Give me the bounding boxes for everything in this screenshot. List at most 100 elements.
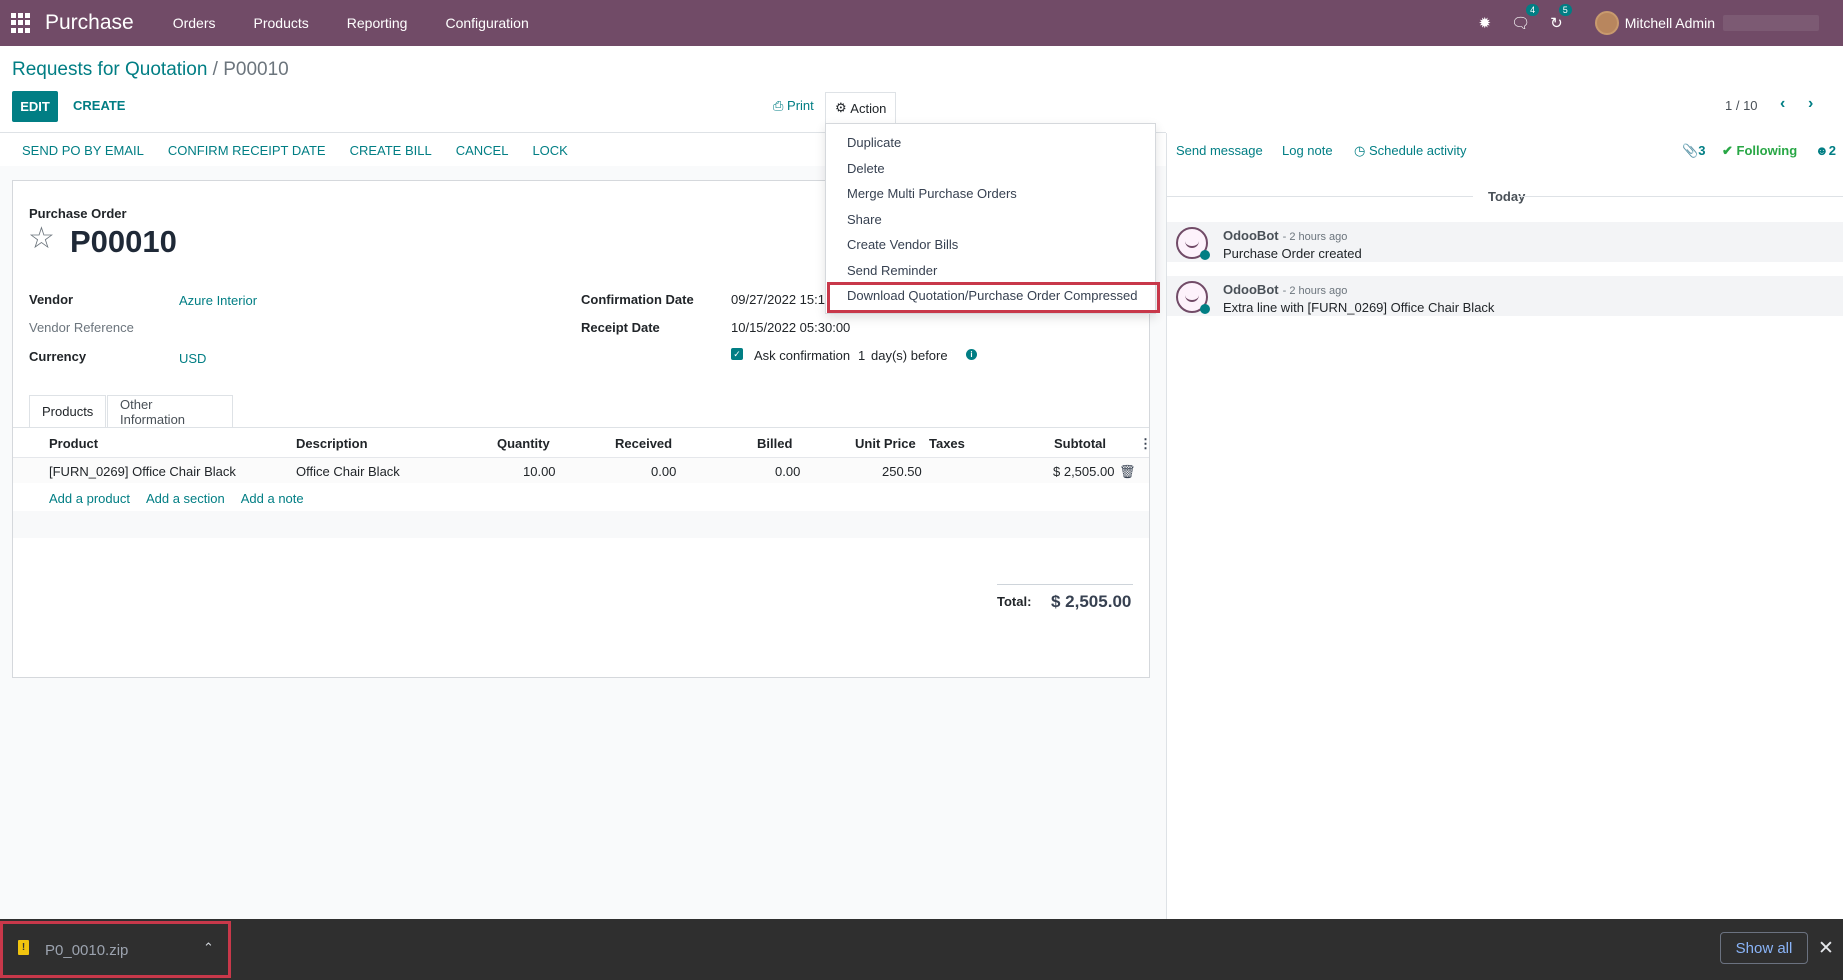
cell-description[interactable]: Office Chair Black: [296, 464, 400, 479]
action-button[interactable]: ⚙ Action: [825, 92, 897, 123]
message-time: - 2 hours ago: [1282, 231, 1348, 243]
close-icon[interactable]: ✕: [1818, 937, 1834, 960]
menu-item-merge[interactable]: Merge Multi Purchase Orders: [847, 186, 1017, 201]
user-name[interactable]: Mitchell Admin: [1625, 15, 1715, 31]
cell-unit-price[interactable]: 250.50: [882, 464, 922, 479]
cell-subtotal[interactable]: $ 2,505.00: [1053, 464, 1114, 479]
schedule-activity-button[interactable]: ◷ Schedule activity: [1354, 143, 1467, 159]
trash-icon[interactable]: 🗑: [1119, 464, 1136, 480]
chevron-right-icon[interactable]: ›: [1808, 95, 1813, 113]
info-icon[interactable]: i: [966, 349, 977, 360]
message-time: - 2 hours ago: [1282, 285, 1348, 297]
currency-label: Currency: [29, 349, 87, 364]
confirm-receipt-date-button[interactable]: CONFIRM RECEIPT DATE: [168, 143, 326, 158]
receipt-date-label: Receipt Date: [581, 320, 660, 335]
column-subtotal[interactable]: Subtotal: [1054, 436, 1106, 451]
menu-item-delete[interactable]: Delete: [847, 161, 885, 176]
column-received[interactable]: Received: [615, 436, 672, 451]
vendor-label: Vendor: [29, 292, 74, 307]
add-note-link[interactable]: Add a note: [241, 491, 304, 506]
column-taxes[interactable]: Taxes: [929, 436, 965, 451]
message-body: Purchase Order created: [1223, 246, 1362, 261]
vendor-reference-label: Vendor Reference: [29, 320, 134, 335]
nav-reporting[interactable]: Reporting: [347, 15, 408, 31]
column-quantity[interactable]: Quantity: [497, 436, 550, 451]
lock-button[interactable]: LOCK: [532, 143, 567, 158]
cell-billed[interactable]: 0.00: [775, 464, 800, 479]
activities-icon[interactable]: ↻ 5: [1550, 4, 1572, 32]
menu-item-send-reminder[interactable]: Send Reminder: [847, 263, 937, 278]
ask-days-field[interactable]: 1: [858, 348, 865, 363]
send-message-button[interactable]: Send message: [1176, 143, 1263, 158]
nav-configuration[interactable]: Configuration: [445, 15, 528, 31]
odoobot-avatar[interactable]: [1176, 227, 1210, 260]
column-product[interactable]: Product: [49, 436, 98, 451]
create-bill-button[interactable]: CREATE BILL: [350, 143, 432, 158]
download-file-name[interactable]: P0_0010.zip: [45, 942, 128, 959]
statusbar: SEND PO BY EMAIL CONFIRM RECEIPT DATE CR…: [22, 143, 592, 158]
confirmation-date-field[interactable]: 09/27/2022 15:1: [731, 292, 825, 307]
currency-field[interactable]: USD: [179, 351, 206, 366]
menu-item-share[interactable]: Share: [847, 212, 882, 227]
add-product-link[interactable]: Add a product: [49, 491, 130, 506]
po-name: P00010: [70, 224, 177, 259]
messages-badge: 4: [1526, 4, 1540, 16]
attachments-button[interactable]: 📎3: [1682, 143, 1705, 159]
total-label: Total:: [997, 594, 1032, 609]
tab-products[interactable]: Products: [29, 395, 106, 428]
messages-icon[interactable]: 🗨 4: [1511, 4, 1540, 32]
action-label: Action: [850, 100, 887, 116]
attachments-count: 3: [1698, 143, 1706, 158]
cell-quantity[interactable]: 10.00: [523, 464, 556, 479]
following-button[interactable]: ✔ Following: [1722, 143, 1797, 159]
download-bar: [0, 919, 1843, 980]
add-section-link[interactable]: Add a section: [146, 491, 225, 506]
bug-icon[interactable]: ✹: [1479, 14, 1492, 32]
chevron-left-icon[interactable]: ‹: [1780, 95, 1785, 113]
send-po-email-button[interactable]: SEND PO BY EMAIL: [22, 143, 144, 158]
breadcrumb-parent[interactable]: Requests for Quotation: [12, 59, 207, 80]
tab-other-information[interactable]: Other Information: [107, 395, 233, 428]
top-navbar: Purchase Orders Products Reporting Confi…: [0, 0, 1843, 46]
apps-menu-icon[interactable]: [11, 13, 31, 33]
menu-item-duplicate[interactable]: Duplicate: [847, 135, 901, 150]
vendor-field[interactable]: Azure Interior: [179, 293, 257, 308]
odoobot-avatar[interactable]: [1176, 281, 1210, 314]
activities-badge: 5: [1558, 4, 1572, 16]
star-icon[interactable]: ☆: [28, 224, 55, 254]
paperclip-icon: 📎: [1682, 143, 1699, 158]
ask-confirmation-checkbox[interactable]: ✓: [731, 348, 743, 360]
nav-products[interactable]: Products: [254, 15, 309, 31]
log-note-button[interactable]: Log note: [1282, 143, 1333, 158]
pager-value[interactable]: 1 / 10: [1725, 98, 1758, 113]
schedule-activity-label: Schedule activity: [1368, 143, 1467, 158]
column-description[interactable]: Description: [296, 436, 368, 451]
cell-received[interactable]: 0.00: [651, 464, 676, 479]
message-author[interactable]: OdooBot - 2 hours ago: [1223, 228, 1347, 243]
user-avatar[interactable]: [1594, 11, 1619, 35]
message-author[interactable]: OdooBot - 2 hours ago: [1223, 282, 1347, 297]
receipt-date-field[interactable]: 10/15/2022 05:30:00: [731, 320, 850, 335]
app-brand[interactable]: Purchase: [45, 11, 134, 35]
user-icon: ☻: [1815, 143, 1829, 158]
column-billed[interactable]: Billed: [757, 436, 792, 451]
breadcrumb-current: P00010: [223, 59, 289, 80]
nav-orders[interactable]: Orders: [173, 15, 216, 31]
optional-columns-icon[interactable]: ⋮: [1139, 436, 1152, 452]
print-button[interactable]: ⎙ Print: [773, 98, 814, 114]
column-unit-price[interactable]: Unit Price: [855, 436, 916, 451]
chevron-up-icon[interactable]: ⌃: [203, 940, 214, 956]
cell-product[interactable]: [FURN_0269] Office Chair Black: [49, 464, 236, 479]
edit-button[interactable]: EDIT: [12, 91, 58, 122]
create-button[interactable]: CREATE: [73, 98, 125, 113]
author-name: OdooBot: [1223, 282, 1279, 297]
total-divider: [997, 584, 1133, 585]
empty-row: [13, 511, 1149, 538]
cancel-button[interactable]: CANCEL: [456, 143, 509, 158]
show-all-button[interactable]: Show all: [1720, 932, 1808, 964]
gear-icon: ⚙: [835, 100, 847, 115]
breadcrumb-separator: /: [212, 59, 218, 80]
menu-item-create-vendor-bills[interactable]: Create Vendor Bills: [847, 237, 958, 252]
total-value: $ 2,505.00: [1051, 592, 1132, 611]
followers-button[interactable]: ☻2: [1815, 143, 1836, 158]
